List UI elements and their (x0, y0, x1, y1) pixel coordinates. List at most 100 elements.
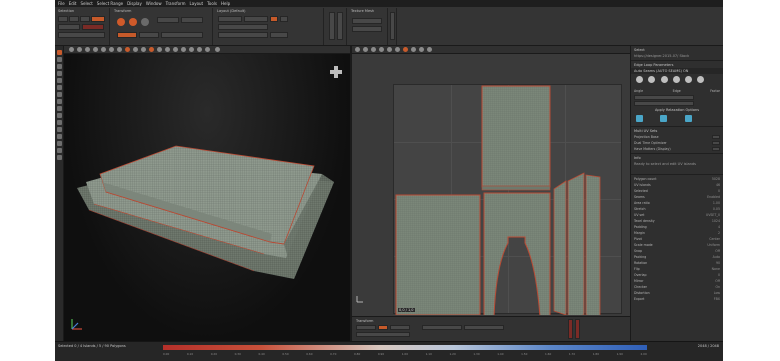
unfold-tool-icon[interactable] (57, 92, 62, 97)
uv-field-u-apply[interactable] (378, 325, 388, 330)
viewport-3d[interactable] (64, 54, 350, 341)
uv-side-tab-1[interactable] (568, 319, 573, 339)
option-factor[interactable]: Factor (710, 89, 720, 93)
move-icon[interactable] (117, 18, 125, 26)
uv-islands[interactable] (394, 85, 623, 315)
view-side-icon[interactable] (77, 47, 82, 52)
projection-toggle[interactable] (712, 135, 720, 139)
seam-icon[interactable] (125, 47, 130, 52)
wireframe-icon[interactable] (101, 47, 106, 52)
layout-flip-button[interactable] (280, 16, 288, 22)
uv-snap-icon[interactable] (411, 47, 416, 52)
checker-tool-icon[interactable] (57, 155, 62, 160)
frame-icon[interactable] (157, 47, 162, 52)
layout-padding-field[interactable] (218, 32, 268, 38)
uv-field-u[interactable] (356, 325, 376, 330)
move-tool-icon[interactable] (57, 57, 62, 62)
properties-tab[interactable] (390, 12, 395, 40)
select-all-button[interactable] (58, 24, 80, 30)
uv-side-tab-2[interactable] (575, 319, 580, 339)
menu-help[interactable]: Help (221, 1, 230, 6)
isolate-icon[interactable] (165, 47, 170, 52)
rotate-icon[interactable] (129, 18, 137, 26)
uv-island-icon[interactable] (395, 47, 400, 52)
menu-layout[interactable]: Layout (190, 1, 204, 6)
have-matters-toggle[interactable] (712, 147, 720, 151)
layout-margin-field[interactable] (218, 24, 268, 30)
uv-select-icon[interactable] (403, 47, 408, 52)
uv-field-offset[interactable] (464, 325, 504, 330)
layout-pack-button[interactable] (218, 16, 242, 22)
texture-mesh-size-field[interactable] (352, 26, 382, 32)
nav-cube-icon[interactable] (330, 66, 342, 78)
grid-pack-icon[interactable] (684, 115, 692, 122)
layout-align-button[interactable] (244, 16, 268, 22)
uv-field-scale[interactable] (356, 332, 410, 337)
menu-file[interactable]: File (58, 1, 65, 6)
transform-mode-select[interactable] (161, 32, 203, 38)
rotate-tool-icon[interactable] (57, 64, 62, 69)
select-mode-button[interactable] (58, 16, 68, 22)
uv-front-icon[interactable] (355, 47, 360, 52)
viewport-uv[interactable]: 0,0 / 1,0 (352, 54, 630, 316)
side-tab-1[interactable] (329, 12, 335, 40)
paint-tool-icon[interactable] (57, 134, 62, 139)
view-persp-icon[interactable] (93, 47, 98, 52)
square-icon[interactable] (685, 76, 693, 83)
select-none-button[interactable] (82, 24, 104, 30)
optimize-icon[interactable] (660, 76, 668, 83)
menu-window[interactable]: Window (146, 1, 162, 6)
option-angle[interactable]: Angle (634, 89, 643, 93)
transform-field-u[interactable] (157, 17, 179, 23)
menu-transform[interactable]: Transform (166, 1, 186, 6)
apply-transform-button[interactable] (117, 32, 137, 38)
shaded-icon[interactable] (109, 47, 114, 52)
view-top-icon[interactable] (85, 47, 90, 52)
material-icon[interactable] (205, 47, 210, 52)
select-invert-button[interactable] (58, 32, 105, 38)
grid-icon[interactable] (133, 47, 138, 52)
transform-field-v[interactable] (181, 17, 203, 23)
highlight-icon[interactable] (149, 47, 154, 52)
uv-pin-icon[interactable] (419, 47, 424, 52)
light-icon[interactable] (141, 47, 146, 52)
select-face-button[interactable] (80, 16, 90, 22)
menu-tools[interactable]: Tools (207, 1, 217, 6)
seam-tool-icon[interactable] (57, 148, 62, 153)
uv-seam-icon[interactable] (387, 47, 392, 52)
align-tool-icon[interactable] (57, 120, 62, 125)
pointer-icon[interactable] (636, 115, 643, 122)
texture-icon[interactable] (197, 47, 202, 52)
select-edge-button[interactable] (69, 16, 79, 22)
measure-tool-icon[interactable] (57, 141, 62, 146)
weld-tool-icon[interactable] (57, 85, 62, 90)
uv-settings-icon[interactable] (427, 47, 432, 52)
settings-icon[interactable] (215, 47, 220, 52)
reset-transform-button[interactable] (139, 32, 159, 38)
select-island-button[interactable] (91, 16, 105, 22)
layout-rotate-button[interactable] (270, 16, 278, 22)
scale-tool-icon[interactable] (57, 71, 62, 76)
view-front-icon[interactable] (69, 47, 74, 52)
unfold-factor-slider[interactable] (634, 95, 694, 100)
uv-checker-icon[interactable] (371, 47, 376, 52)
side-tab-2[interactable] (337, 12, 343, 40)
unfold-shape-icon[interactable] (660, 115, 668, 122)
menu-select[interactable]: Select (80, 1, 92, 6)
pin-tool-icon[interactable] (57, 127, 62, 132)
option-edge[interactable]: Edge (673, 89, 681, 93)
unfold-iterations-slider[interactable] (634, 101, 694, 106)
uv-distortion-icon[interactable] (379, 47, 384, 52)
menu-edit[interactable]: Edit (69, 1, 77, 6)
measure-icon[interactable] (189, 47, 194, 52)
straighten-icon[interactable] (672, 76, 680, 83)
have-matters-row[interactable]: Have Matters (Display) (631, 146, 723, 152)
camera-icon[interactable] (173, 47, 178, 52)
snap-icon[interactable] (181, 47, 186, 52)
checker-icon[interactable] (117, 47, 122, 52)
relax-icon[interactable] (648, 76, 656, 83)
unfold-icon[interactable] (636, 76, 643, 83)
layout-apply-button[interactable] (270, 32, 288, 38)
pack-tool-icon[interactable] (57, 113, 62, 118)
select-tool-icon[interactable] (57, 50, 62, 55)
